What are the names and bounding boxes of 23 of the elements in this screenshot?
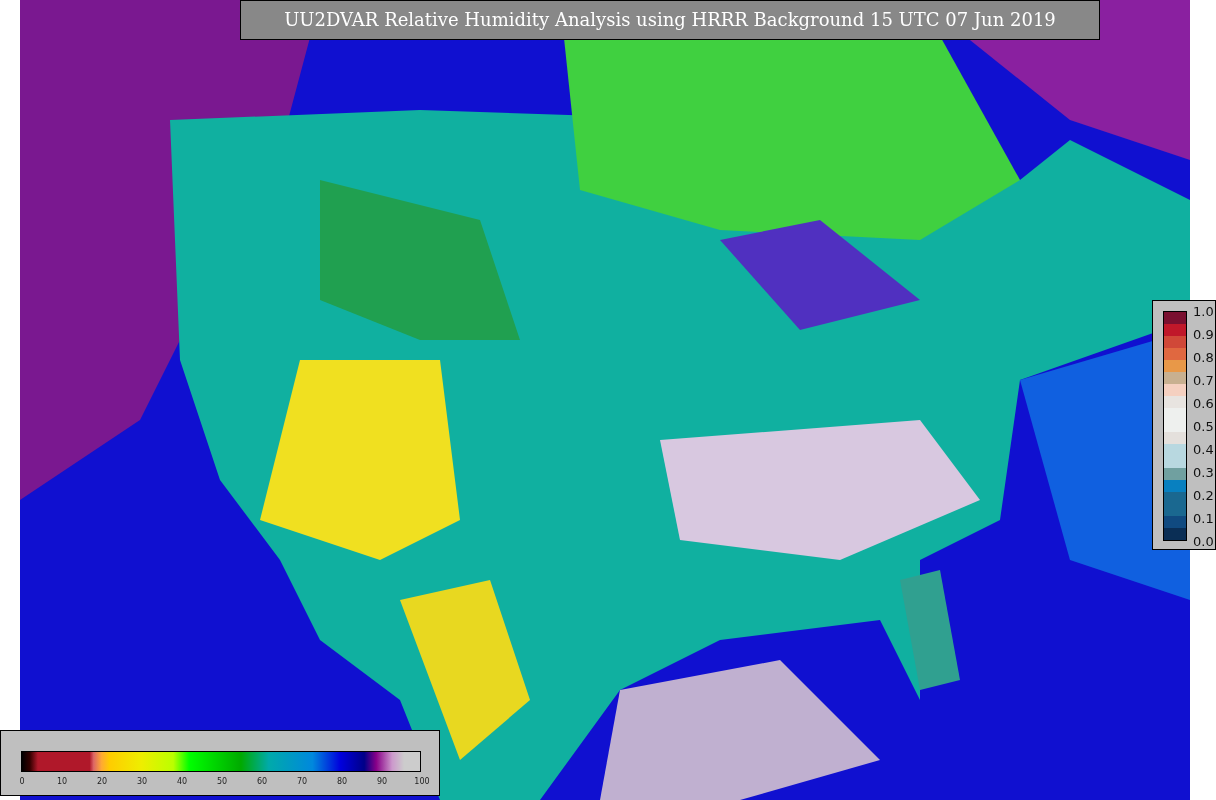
tick-label: 0.3 bbox=[1193, 464, 1214, 483]
tick-label: 50 bbox=[216, 776, 228, 788]
tick-label: 90 bbox=[376, 776, 388, 788]
tick-label: 0.7 bbox=[1193, 372, 1214, 391]
tick-label: 60 bbox=[256, 776, 268, 788]
tick-label: 30 bbox=[136, 776, 148, 788]
tick-label: 0.0 bbox=[1193, 533, 1214, 552]
tick-label: 1.0 bbox=[1193, 303, 1214, 322]
tick-label: 0.5 bbox=[1193, 418, 1214, 437]
tick-label: 0.8 bbox=[1193, 349, 1214, 368]
tick-label: 0.1 bbox=[1193, 510, 1214, 529]
map-title: UU2DVAR Relative Humidity Analysis using HRRR Background 15 UTC 07 Jun 2019 bbox=[240, 0, 1100, 40]
tick-label: 0.2 bbox=[1193, 487, 1214, 506]
tick-label: 0 bbox=[19, 776, 25, 788]
tick-label: 100 bbox=[414, 776, 430, 788]
tick-label: 20 bbox=[96, 776, 108, 788]
tick-label: 0.9 bbox=[1193, 326, 1214, 345]
tick-label: 80 bbox=[336, 776, 348, 788]
tick-label: 10 bbox=[56, 776, 68, 788]
tick-label: 0.4 bbox=[1193, 441, 1214, 460]
tick-label: 0.6 bbox=[1193, 395, 1214, 414]
tick-label: 70 bbox=[296, 776, 308, 788]
tick-label: 40 bbox=[176, 776, 188, 788]
